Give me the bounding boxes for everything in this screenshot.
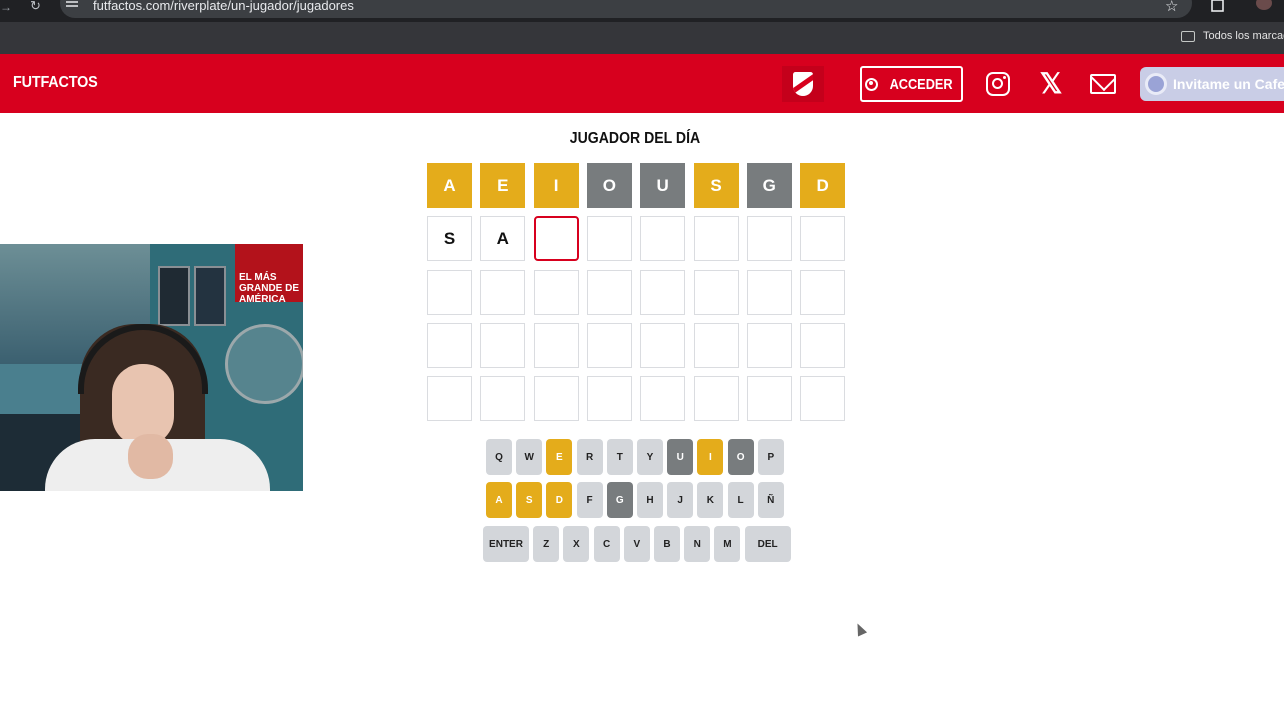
club-crest-button[interactable]	[782, 66, 824, 102]
webcam-overlay: EL MÁS GRANDE DE AMÉRICA	[0, 244, 303, 491]
key-v[interactable]: V	[623, 526, 650, 562]
board-tile	[693, 376, 739, 422]
mail-icon[interactable]	[1090, 71, 1116, 97]
login-button[interactable]: ACCEDER	[860, 66, 963, 102]
key-e[interactable]: E	[546, 439, 573, 475]
board-tile	[533, 322, 579, 368]
key-y[interactable]: Y	[637, 439, 663, 475]
key-m[interactable]: M	[714, 526, 741, 562]
key-g[interactable]: G	[606, 482, 633, 518]
board-tile	[533, 216, 579, 262]
board-tile: U	[640, 163, 686, 208]
key-c[interactable]: C	[593, 526, 620, 562]
board-tile	[746, 216, 792, 262]
river-plate-crest-icon	[793, 72, 813, 96]
board-tile	[693, 269, 739, 315]
board-tile	[800, 376, 846, 422]
board-tile	[480, 269, 526, 315]
board-tile	[746, 376, 792, 422]
buy-coffee-button[interactable]: Invitame un Cafe	[1140, 67, 1284, 101]
board-tile: G	[746, 163, 792, 208]
key-d[interactable]: D	[546, 482, 573, 518]
board-tile	[746, 322, 792, 368]
board-tile: O	[586, 163, 632, 208]
bookmarks-bar: Todos los marcad	[0, 22, 1284, 54]
site-header: FUTFACTOS ACCEDER 𝕏 Invitame un Cafe	[0, 54, 1284, 113]
key-f[interactable]: F	[576, 482, 603, 518]
key-z[interactable]: Z	[533, 526, 560, 562]
board-tile	[800, 322, 846, 368]
extensions-icon[interactable]	[1209, 0, 1227, 12]
folder-icon[interactable]	[1181, 31, 1195, 42]
board-tile	[427, 376, 472, 422]
buy-coffee-label: Invitame un Cafe	[1173, 76, 1284, 92]
coffee-icon	[1145, 73, 1167, 95]
key-r[interactable]: R	[576, 439, 603, 475]
board-tile: E	[480, 163, 526, 208]
key-x[interactable]: X	[563, 526, 590, 562]
board-tile	[693, 216, 739, 262]
board-tile	[586, 322, 632, 368]
key-p[interactable]: P	[757, 439, 784, 475]
game-title: JUGADOR DEL DÍA	[569, 130, 701, 147]
key-u[interactable]: U	[667, 439, 694, 475]
key-b[interactable]: B	[654, 526, 680, 562]
board-tile	[640, 322, 686, 368]
back-arrow-icon[interactable]: →	[0, 0, 12, 14]
board-tile	[480, 322, 526, 368]
board-tile: A	[480, 216, 526, 262]
url-text[interactable]: futfactos.com/riverplate/un-jugador/juga…	[93, 0, 354, 13]
key-k[interactable]: K	[697, 482, 724, 518]
key-s[interactable]: S	[516, 482, 543, 518]
key-del[interactable]: DEL	[744, 526, 791, 562]
all-bookmarks-link[interactable]: Todos los marcad	[1203, 30, 1284, 42]
mouse-cursor-icon	[852, 621, 868, 637]
board-tile	[800, 216, 846, 262]
board-tile: I	[533, 163, 579, 208]
browser-toolbar: → ↻ futfactos.com/riverplate/un-jugador/…	[0, 0, 1284, 22]
key-i[interactable]: I	[697, 439, 724, 475]
board-tile	[586, 376, 632, 422]
site-info-icon[interactable]	[66, 0, 78, 8]
key-n[interactable]: N	[684, 526, 711, 562]
board-tile	[640, 216, 686, 262]
board-tile: D	[800, 163, 846, 208]
key-ñ[interactable]: Ñ	[757, 482, 784, 518]
board-tile	[693, 322, 739, 368]
board-tile	[746, 269, 792, 315]
key-o[interactable]: O	[727, 439, 754, 475]
board-tile	[800, 269, 846, 315]
reload-icon[interactable]: ↻	[30, 0, 41, 14]
board-tile	[427, 269, 472, 315]
board-tile	[586, 216, 632, 262]
instagram-icon[interactable]	[985, 71, 1011, 97]
key-j[interactable]: J	[667, 482, 694, 518]
key-a[interactable]: A	[486, 482, 512, 518]
board-tile: S	[693, 163, 739, 208]
board-tile: S	[427, 216, 472, 262]
x-twitter-icon[interactable]: 𝕏	[1038, 70, 1064, 98]
key-q[interactable]: Q	[486, 439, 512, 475]
key-l[interactable]: L	[727, 482, 754, 518]
board-tile	[480, 376, 526, 422]
login-button-label: ACCEDER	[889, 75, 953, 93]
board-tile	[427, 322, 472, 368]
site-logo[interactable]: FUTFACTOS	[13, 74, 98, 92]
board-tile: A	[427, 163, 472, 208]
profile-avatar-icon[interactable]	[1256, 0, 1272, 10]
board-tile	[640, 376, 686, 422]
key-h[interactable]: H	[637, 482, 663, 518]
key-t[interactable]: T	[606, 439, 633, 475]
board-tile	[533, 269, 579, 315]
board-tile	[586, 269, 632, 315]
user-icon	[864, 77, 878, 91]
board-tile	[533, 376, 579, 422]
bookmark-star-icon[interactable]: ☆	[1165, 0, 1178, 15]
fan	[225, 324, 303, 404]
board-tile	[640, 269, 686, 315]
poster-text: EL MÁS GRANDE DE AMÉRICA	[239, 272, 300, 305]
key-w[interactable]: W	[516, 439, 543, 475]
key-enter[interactable]: ENTER	[483, 526, 529, 562]
